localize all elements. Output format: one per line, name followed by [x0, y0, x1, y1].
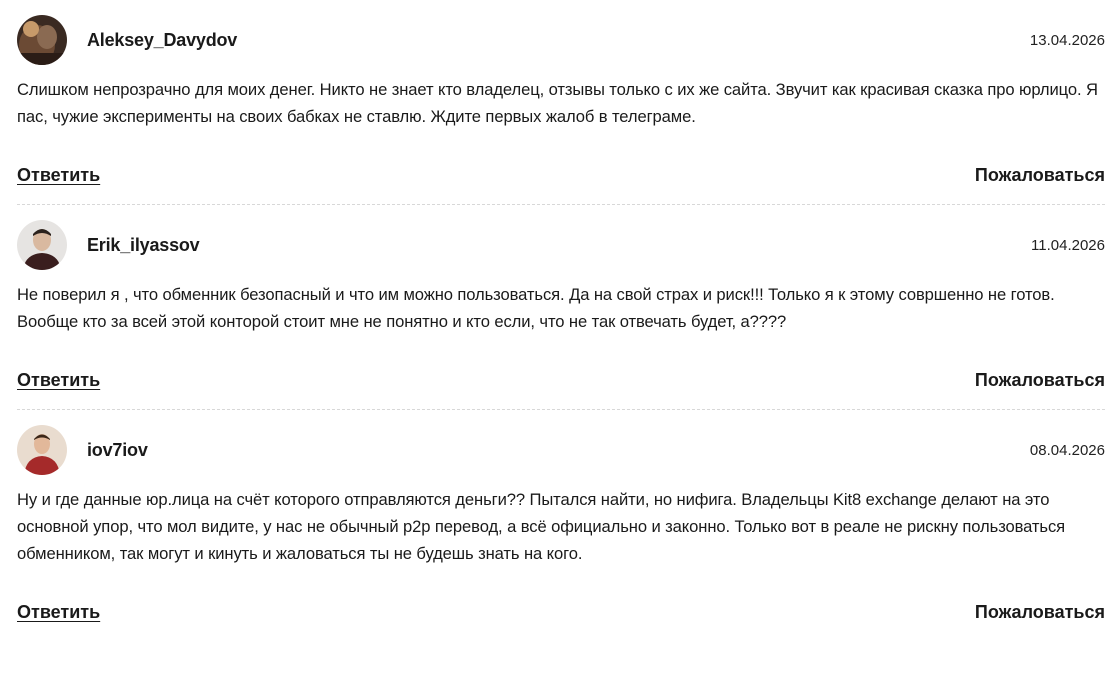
- report-link[interactable]: Пожаловаться: [975, 165, 1105, 186]
- comment-username[interactable]: Aleksey_Davydov: [87, 30, 237, 51]
- avatar[interactable]: [17, 220, 67, 270]
- comment-text: Не поверил я , что обменник безопасный и…: [17, 285, 1055, 331]
- reply-link[interactable]: Ответить: [17, 602, 100, 623]
- reply-link[interactable]: Ответить: [17, 370, 100, 391]
- comment-header: Aleksey_Davydov 13.04.2026: [17, 14, 1105, 66]
- comment-header: iov7iov 08.04.2026: [17, 424, 1105, 476]
- comment-text: Ну и где данные юр.лица на счёт которого…: [17, 490, 1066, 563]
- comment-date: 11.04.2026: [1031, 236, 1105, 254]
- comment-date: 08.04.2026: [1029, 441, 1105, 459]
- avatar[interactable]: [17, 425, 67, 475]
- user-photo-avatar-icon: [17, 425, 67, 475]
- comment-username[interactable]: Erik_ilyassov: [87, 235, 200, 256]
- comment-actions: Ответить Пожаловаться: [17, 365, 1105, 395]
- comment-actions: Ответить Пожаловаться: [17, 160, 1105, 190]
- user-photo-avatar-icon: [17, 15, 67, 65]
- avatar[interactable]: [17, 15, 67, 65]
- comment-item: Aleksey_Davydov 13.04.2026 Слишком непро…: [17, 14, 1105, 205]
- report-link[interactable]: Пожаловаться: [975, 602, 1105, 623]
- comment-header: Erik_ilyassov 11.04.2026: [17, 219, 1105, 271]
- user-photo-avatar-icon: [17, 220, 67, 270]
- comment-actions: Ответить Пожаловаться: [17, 597, 1105, 627]
- comment-item: iov7iov 08.04.2026 Ну и где данные юр.ли…: [17, 424, 1105, 627]
- report-link[interactable]: Пожаловаться: [975, 370, 1105, 391]
- comment-username[interactable]: iov7iov: [87, 440, 148, 461]
- comment-date: 13.04.2026: [1029, 31, 1105, 49]
- comment-item: Erik_ilyassov 11.04.2026 Не поверил я , …: [17, 219, 1105, 410]
- reply-link[interactable]: Ответить: [17, 165, 100, 186]
- comments-list: Aleksey_Davydov 13.04.2026 Слишком непро…: [17, 0, 1105, 641]
- comment-text: Слишком непрозрачно для моих денег. Никт…: [17, 80, 1098, 126]
